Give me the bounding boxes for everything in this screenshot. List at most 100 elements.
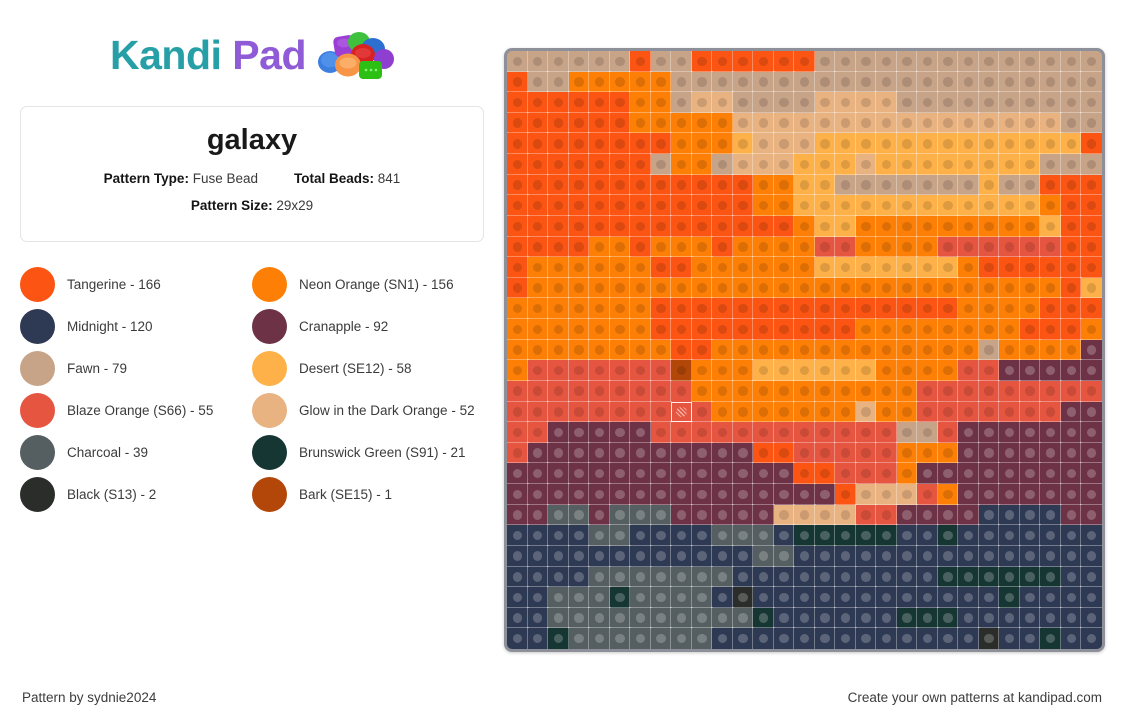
bead-cell[interactable]	[957, 132, 980, 155]
bead-cell[interactable]	[588, 297, 611, 320]
bead-cell[interactable]	[629, 132, 652, 155]
bead-cell[interactable]	[670, 524, 693, 547]
bead-cell[interactable]	[732, 524, 754, 547]
bead-cell[interactable]	[1080, 112, 1102, 134]
bead-cell[interactable]	[588, 215, 611, 238]
bead-cell[interactable]	[527, 442, 549, 464]
bead-cell[interactable]	[752, 442, 775, 464]
bead-cell[interactable]	[855, 462, 877, 485]
bead-cell[interactable]	[957, 71, 980, 93]
bead-cell[interactable]	[773, 339, 795, 361]
bead-cell[interactable]	[957, 297, 980, 320]
bead-cell[interactable]	[691, 132, 713, 155]
bead-cell[interactable]	[670, 132, 693, 155]
bead-cell[interactable]	[1080, 132, 1102, 155]
bead-cell[interactable]	[875, 174, 898, 196]
bead-cell[interactable]	[1060, 442, 1082, 464]
bead-cell[interactable]	[998, 359, 1021, 382]
bead-cell[interactable]	[998, 607, 1021, 629]
bead-cell[interactable]	[711, 112, 734, 134]
bead-cell[interactable]	[609, 462, 631, 485]
bead-cell[interactable]	[629, 504, 652, 526]
bead-cell[interactable]	[711, 359, 734, 382]
bead-cell[interactable]	[588, 627, 611, 649]
bead-cell[interactable]	[568, 174, 590, 196]
bead-cell[interactable]	[629, 607, 652, 629]
bead-cell[interactable]	[527, 236, 549, 258]
bead-cell[interactable]	[629, 318, 652, 341]
bead-cell[interactable]	[629, 297, 652, 320]
bead-cell[interactable]	[1039, 421, 1062, 444]
bead-cell[interactable]	[629, 359, 652, 382]
bead-cell[interactable]	[752, 256, 775, 279]
bead-cell[interactable]	[916, 71, 939, 93]
bead-cell[interactable]	[855, 318, 877, 341]
bead-cell[interactable]	[527, 51, 549, 73]
bead-cell[interactable]	[875, 504, 898, 526]
bead-cell[interactable]	[629, 153, 652, 176]
bead-cell[interactable]	[773, 545, 795, 568]
bead-cell[interactable]	[957, 607, 980, 629]
bead-cell[interactable]	[916, 607, 939, 629]
bead-cell[interactable]	[998, 277, 1021, 299]
bead-cell[interactable]	[834, 380, 857, 403]
bead-cell[interactable]	[1019, 318, 1041, 341]
bead-cell[interactable]	[527, 318, 549, 341]
bead-cell[interactable]	[711, 545, 734, 568]
bead-cell[interactable]	[527, 215, 549, 238]
bead-cell[interactable]	[814, 153, 836, 176]
bead-cell[interactable]	[588, 277, 611, 299]
bead-cell[interactable]	[670, 545, 693, 568]
bead-cell[interactable]	[547, 236, 570, 258]
bead-cell[interactable]	[773, 442, 795, 464]
bead-cell[interactable]	[629, 194, 652, 217]
bead-cell[interactable]	[568, 297, 590, 320]
bead-cell[interactable]	[1019, 483, 1041, 506]
bead-cell[interactable]	[916, 174, 939, 196]
bead-cell[interactable]	[916, 566, 939, 588]
bead-cell[interactable]	[998, 51, 1021, 73]
bead-cell[interactable]	[875, 545, 898, 568]
bead-cell[interactable]	[978, 91, 1000, 114]
bead-cell[interactable]	[691, 586, 713, 609]
bead-cell[interactable]	[937, 91, 959, 114]
bead-cell[interactable]	[793, 112, 816, 134]
bead-cell[interactable]	[1080, 215, 1102, 238]
bead-cell[interactable]	[650, 504, 672, 526]
bead-cell[interactable]	[814, 51, 836, 73]
bead-cell[interactable]	[629, 380, 652, 403]
bead-cell[interactable]	[998, 91, 1021, 114]
bead-cell[interactable]	[978, 524, 1000, 547]
bead-cell[interactable]	[1060, 153, 1082, 176]
bead-cell[interactable]	[711, 277, 734, 299]
bead-cell[interactable]	[547, 174, 570, 196]
bead-cell[interactable]	[650, 359, 672, 382]
bead-cell[interactable]	[937, 153, 959, 176]
bead-cell[interactable]	[998, 524, 1021, 547]
bead-cell[interactable]	[650, 566, 672, 588]
bead-cell[interactable]	[814, 545, 836, 568]
bead-cell[interactable]	[1019, 524, 1041, 547]
bead-cell[interactable]	[896, 318, 918, 341]
bead-cell[interactable]	[937, 256, 959, 279]
bead-cell[interactable]	[527, 607, 549, 629]
bead-cell[interactable]	[691, 153, 713, 176]
bead-cell[interactable]	[670, 153, 693, 176]
bead-cell[interactable]	[568, 318, 590, 341]
bead-cell[interactable]	[1060, 566, 1082, 588]
bead-cell[interactable]	[691, 421, 713, 444]
bead-cell[interactable]	[834, 627, 857, 649]
bead-cell[interactable]	[752, 153, 775, 176]
bead-cell[interactable]	[752, 462, 775, 485]
bead-cell[interactable]	[691, 318, 713, 341]
bead-cell[interactable]	[896, 627, 918, 649]
bead-cell[interactable]	[978, 566, 1000, 588]
bead-cell[interactable]	[711, 483, 734, 506]
bead-cell[interactable]	[1080, 91, 1102, 114]
bead-cell[interactable]	[937, 71, 959, 93]
bead-cell[interactable]	[547, 462, 570, 485]
bead-cell[interactable]	[998, 545, 1021, 568]
bead-cell[interactable]	[670, 71, 693, 93]
bead-cell[interactable]	[752, 359, 775, 382]
bead-cell[interactable]	[732, 215, 754, 238]
